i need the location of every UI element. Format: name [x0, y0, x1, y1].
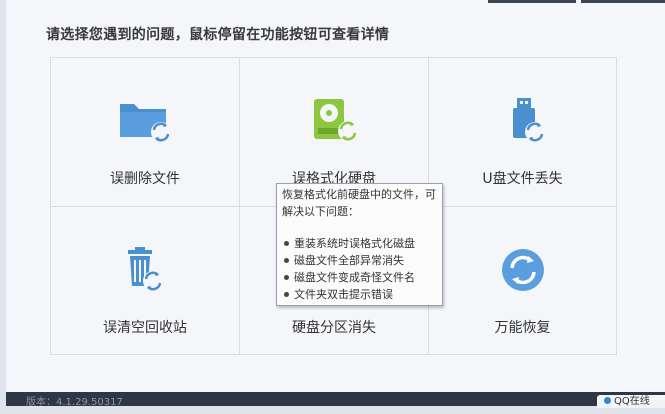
option-label: 万能恢复: [494, 320, 551, 336]
usb-recover-icon: [493, 96, 553, 146]
list-item: 重装系统时误格式化磁盘: [281, 235, 438, 252]
tooltip-description: 恢复格式化前硬盘中的文件，可解决以下问题：: [282, 188, 436, 218]
universal-recover-icon: [493, 245, 553, 295]
list-item: 磁盘文件全部异常消失: [281, 252, 438, 269]
recycle-bin-recover-icon: [115, 245, 175, 295]
option-label: 误删除文件: [110, 171, 180, 187]
option-emptied-recycle-bin[interactable]: 误清空回收站: [51, 207, 240, 354]
status-bar: 版本：4.1.29.50317 QQ在线: [6, 392, 665, 408]
tooltip-problem-list: 重装系统时误格式化磁盘 磁盘文件全部异常消失 磁盘文件变成奇怪文件名 文件夹双击…: [281, 235, 438, 303]
option-label: U盘文件丢失: [482, 171, 563, 187]
instruction-text: 请选择您遇到的问题，鼠标停留在功能按钮可查看详情: [46, 27, 390, 43]
top-tab-segment: [581, 0, 665, 3]
online-status-icon: [604, 397, 611, 404]
top-tab-segment: [488, 0, 576, 3]
option-label: 硬盘分区消失: [292, 320, 376, 336]
option-deleted-files[interactable]: 误删除文件: [51, 58, 240, 207]
qq-online-button[interactable]: QQ在线: [597, 395, 665, 408]
folder-recover-icon: [115, 96, 175, 146]
online-label: QQ在线: [614, 396, 650, 407]
option-usb-lost[interactable]: U盘文件丢失: [429, 58, 616, 207]
harddisk-recover-icon: [304, 96, 364, 146]
list-item: 磁盘文件变成奇怪文件名: [281, 269, 438, 286]
list-item: 文件夹双击提示错误: [281, 286, 438, 303]
version-label: 版本：4.1.29.50317: [26, 397, 123, 408]
option-detail-tooltip: 恢复格式化前硬盘中的文件，可解决以下问题： 重装系统时误格式化磁盘 磁盘文件全部…: [276, 183, 443, 306]
option-label: 误清空回收站: [103, 320, 187, 336]
option-universal-recovery[interactable]: 万能恢复: [429, 207, 616, 354]
